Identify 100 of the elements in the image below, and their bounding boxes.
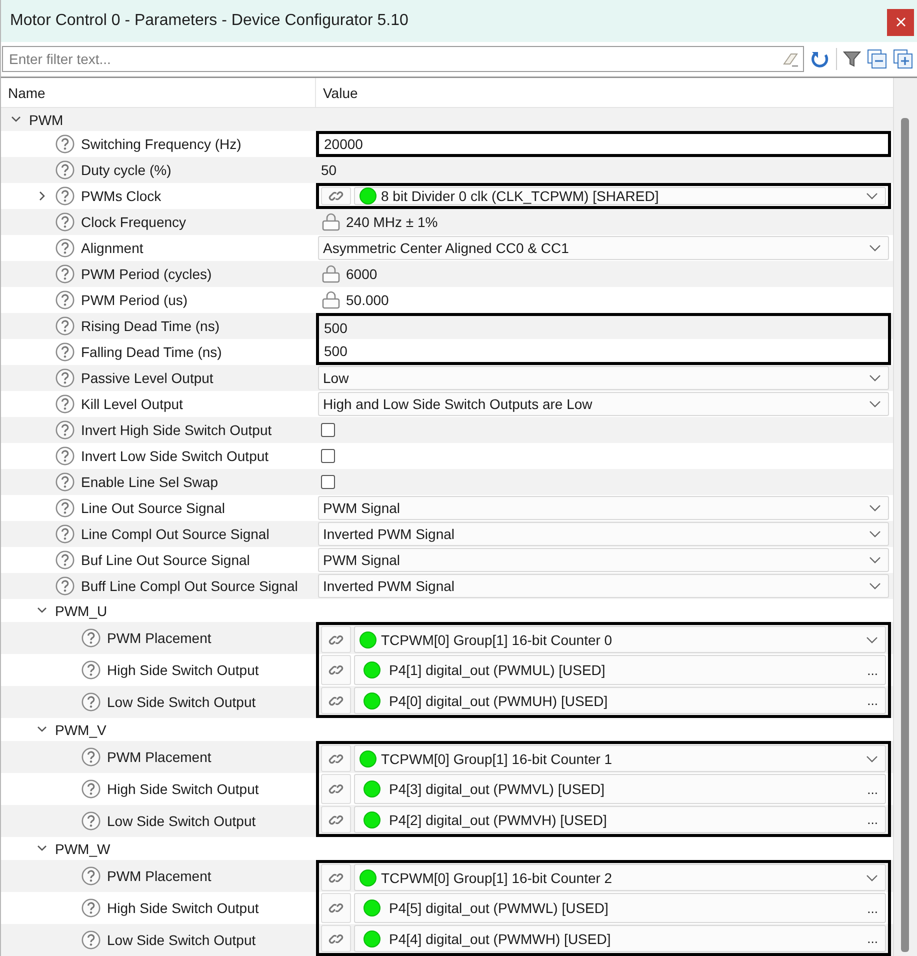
help-icon[interactable]: [55, 238, 75, 258]
collapse-chevron-icon[interactable]: [37, 606, 47, 616]
resource-selector[interactable]: P4[3] digital_out (PWMVL) [USED] ...: [354, 774, 886, 804]
help-icon[interactable]: [81, 866, 101, 886]
help-icon[interactable]: [81, 898, 101, 918]
close-button[interactable]: [887, 8, 914, 36]
parameter-label: Kill Level Output: [81, 396, 183, 412]
checkbox[interactable]: [321, 423, 335, 437]
link-button[interactable]: [321, 687, 351, 714]
help-icon[interactable]: [81, 779, 101, 799]
status-dot-icon: [359, 630, 377, 648]
resource-name: P4[1] digital_out (PWMUL) [USED]: [389, 662, 606, 678]
help-icon[interactable]: [55, 420, 75, 440]
help-icon[interactable]: [81, 930, 101, 950]
browse-button[interactable]: ...: [867, 812, 878, 827]
expand-all-icon[interactable]: [893, 49, 913, 69]
collapse-chevron-icon[interactable]: [37, 844, 47, 854]
value-dropdown[interactable]: High and Low Side Switch Outputs are Low: [318, 392, 889, 416]
link-button[interactable]: [321, 774, 351, 804]
resource-selector[interactable]: TCPWM[0] Group[1] 16-bit Counter 0: [354, 626, 886, 653]
help-icon[interactable]: [55, 472, 75, 492]
link-button[interactable]: [321, 806, 351, 833]
filter-field[interactable]: Enter filter text...: [2, 46, 804, 72]
help-icon[interactable]: [81, 747, 101, 767]
refresh-icon[interactable]: [810, 49, 830, 69]
resource-name: P4[2] digital_out (PWMVH) [USED]: [389, 812, 608, 828]
help-icon[interactable]: [55, 290, 75, 310]
parameter-label: High Side Switch Output: [107, 900, 259, 916]
browse-button[interactable]: ...: [867, 931, 878, 946]
resource-selector[interactable]: P4[4] digital_out (PWMWH) [USED] ...: [354, 925, 886, 952]
column-header[interactable]: Value: [316, 78, 893, 107]
help-icon[interactable]: [55, 576, 75, 596]
value-input[interactable]: 500: [321, 342, 348, 358]
help-icon[interactable]: [55, 212, 75, 232]
parameter-label: Duty cycle (%): [81, 162, 172, 178]
value-input[interactable]: 500: [321, 320, 348, 336]
help-icon[interactable]: [55, 524, 75, 544]
browse-button[interactable]: ...: [867, 900, 878, 916]
help-icon[interactable]: [55, 264, 75, 284]
scrollbar[interactable]: [893, 78, 917, 956]
tree-group-label[interactable]: PWM: [29, 112, 64, 128]
resource-selector[interactable]: P4[2] digital_out (PWMVH) [USED] ...: [354, 806, 886, 833]
link-button[interactable]: [321, 925, 351, 952]
expand-chevron-icon[interactable]: [37, 191, 47, 201]
collapse-chevron-icon[interactable]: [11, 114, 21, 124]
resource-name: P4[3] digital_out (PWMVL) [USED]: [389, 781, 606, 797]
tree-group-label[interactable]: PWM_W: [55, 840, 110, 856]
checkbox[interactable]: [321, 475, 335, 489]
value-dropdown[interactable]: Inverted PWM Signal: [318, 522, 889, 546]
lock-icon: [321, 213, 341, 231]
help-icon[interactable]: [55, 394, 75, 414]
resource-selector[interactable]: TCPWM[0] Group[1] 16-bit Counter 2: [354, 864, 886, 891]
link-button[interactable]: [321, 187, 351, 205]
value-dropdown[interactable]: Asymmetric Center Aligned CC0 & CC1: [318, 236, 889, 260]
tree-group-label[interactable]: PWM_V: [55, 722, 106, 738]
column-header[interactable]: Name: [1, 78, 316, 107]
checkbox[interactable]: [321, 449, 335, 463]
help-icon[interactable]: [55, 498, 75, 518]
help-icon[interactable]: [55, 316, 75, 336]
link-button[interactable]: [321, 655, 351, 685]
help-icon[interactable]: [81, 660, 101, 680]
resource-selector[interactable]: P4[0] digital_out (PWMUH) [USED] ...: [354, 687, 886, 714]
help-icon[interactable]: [55, 446, 75, 466]
close-icon[interactable]: [896, 17, 906, 27]
parameter-label: Buff Line Compl Out Source Signal: [81, 578, 298, 594]
help-icon[interactable]: [55, 342, 75, 362]
filter-icon[interactable]: [843, 50, 861, 68]
dropdown-value: Inverted PWM Signal: [323, 578, 456, 594]
value-dropdown[interactable]: PWM Signal: [318, 548, 889, 572]
value-dropdown[interactable]: Low: [318, 366, 889, 390]
link-button[interactable]: [321, 864, 351, 891]
resource-name: TCPWM[0] Group[1] 16-bit Counter 1: [381, 750, 614, 766]
help-icon[interactable]: [81, 811, 101, 831]
resource-selector[interactable]: 8 bit Divider 0 clk (CLK_TCPWM) [SHARED]: [354, 187, 886, 205]
resource-selector[interactable]: TCPWM[0] Group[1] 16-bit Counter 1: [354, 745, 886, 772]
help-icon[interactable]: [55, 550, 75, 570]
help-icon[interactable]: [55, 186, 75, 206]
dropdown-value: PWM Signal: [323, 552, 402, 568]
link-button[interactable]: [321, 893, 351, 923]
value-dropdown[interactable]: PWM Signal: [318, 496, 889, 520]
eraser-icon[interactable]: [781, 51, 799, 67]
window-title: Motor Control 0 - Parameters - Device Configurator 5.10: [10, 12, 408, 30]
help-icon[interactable]: [55, 134, 75, 154]
collapse-chevron-icon[interactable]: [37, 724, 47, 734]
resource-selector[interactable]: P4[1] digital_out (PWMUL) [USED] ...: [354, 655, 886, 685]
link-button[interactable]: [321, 745, 351, 772]
help-icon[interactable]: [55, 368, 75, 388]
browse-button[interactable]: ...: [867, 693, 878, 708]
browse-button[interactable]: ...: [867, 662, 878, 678]
collapse-all-icon[interactable]: [867, 49, 887, 69]
link-button[interactable]: [321, 626, 351, 653]
parameter-label: PWM Placement: [107, 630, 212, 646]
value-dropdown[interactable]: Inverted PWM Signal: [318, 574, 889, 598]
browse-button[interactable]: ...: [867, 782, 878, 796]
help-icon[interactable]: [55, 160, 75, 180]
value-input[interactable]: 20000: [321, 136, 363, 152]
tree-group-label[interactable]: PWM_U: [55, 602, 108, 618]
resource-selector[interactable]: P4[5] digital_out (PWMWL) [USED] ...: [354, 893, 886, 923]
help-icon[interactable]: [81, 628, 101, 648]
help-icon[interactable]: [81, 692, 101, 712]
